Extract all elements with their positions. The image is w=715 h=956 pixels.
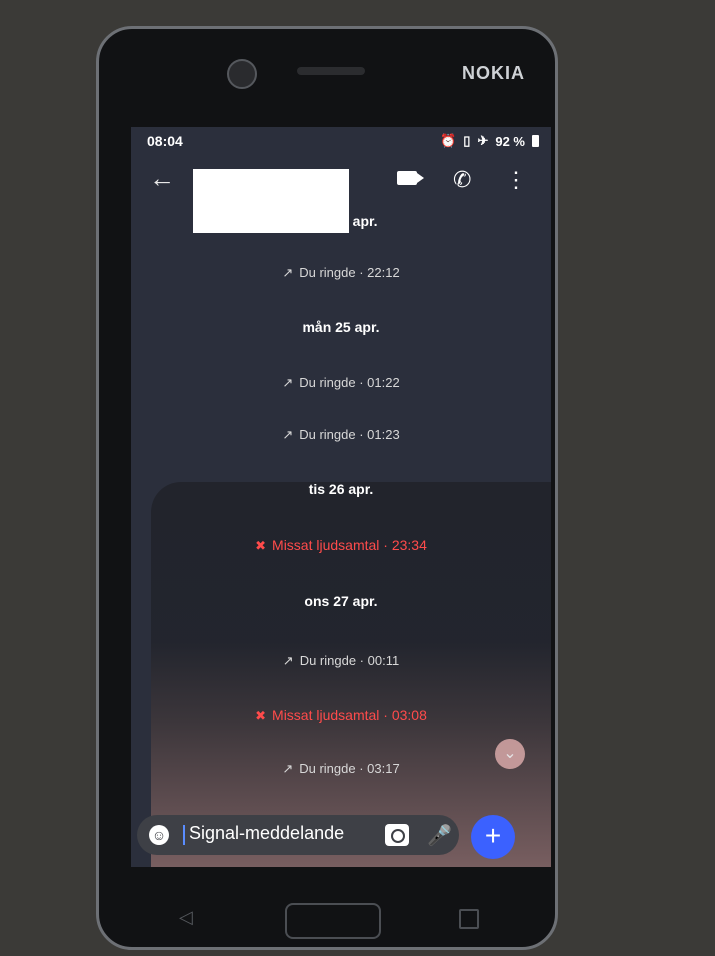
attach-button[interactable]: + (471, 815, 515, 859)
emoji-icon[interactable]: ☺ (149, 825, 169, 845)
missed-call-icon: ✖ (255, 708, 267, 723)
phone-device: NOKIA 08:04 ⏰ ▯ ✈ 92 % ← ✆ ⋮ sön 24 apr.… (96, 26, 558, 950)
back-button[interactable]: ← (149, 163, 175, 194)
missed-call-icon: ✖ (255, 538, 267, 553)
date-divider: tis 26 apr. (308, 481, 374, 497)
call-log-item[interactable]: ↗ Du ringde · 01:23 (131, 427, 551, 443)
date-divider: mån 25 apr. (302, 319, 380, 335)
app-bar: ← ✆ ⋮ (131, 157, 551, 233)
earpiece-speaker (297, 67, 365, 75)
text-caret (183, 825, 185, 845)
hardware-navbar: ◁ (149, 903, 509, 939)
call-log-item[interactable]: ↗ Du ringde · 03:17 (131, 761, 551, 777)
outgoing-call-icon: ↗ (282, 265, 294, 280)
nav-home-button[interactable] (285, 903, 381, 939)
brand-logo: NOKIA (462, 63, 525, 83)
voice-call-icon[interactable]: ✆ (453, 167, 471, 193)
microphone-icon[interactable]: 🎤 (427, 823, 452, 848)
date-divider: ons 27 apr. (304, 593, 378, 609)
outgoing-call-icon: ↗ (282, 375, 294, 390)
nav-recent-apps-icon[interactable] (459, 909, 479, 929)
call-log-item[interactable]: ↗ Du ringde · 00:11 (131, 653, 551, 669)
screen: 08:04 ⏰ ▯ ✈ 92 % ← ✆ ⋮ sön 24 apr. ↗ Du r… (131, 127, 551, 867)
airplane-icon: ✈ (477, 133, 489, 148)
battery-icon (532, 135, 539, 147)
front-camera (227, 59, 257, 89)
camera-icon[interactable] (385, 824, 409, 846)
status-bar: 08:04 ⏰ ▯ ✈ 92 % (131, 127, 551, 153)
message-composer[interactable]: ☺ Signal-meddelande 🎤 (137, 815, 459, 855)
message-input[interactable]: Signal-meddelande (189, 823, 344, 844)
video-call-icon[interactable] (397, 171, 424, 185)
status-icons: ⏰ ▯ ✈ 92 % (440, 133, 539, 149)
missed-call-log-item[interactable]: ✖ Missat ljudsamtal · 23:34 (131, 537, 551, 554)
call-log-item[interactable]: ↗ Du ringde · 22:12 (131, 265, 551, 281)
nav-back-icon[interactable]: ◁ (179, 907, 193, 928)
more-options-icon[interactable]: ⋮ (505, 167, 527, 193)
outgoing-call-icon: ↗ (282, 761, 294, 776)
battery-percent: 92 % (495, 133, 525, 149)
status-time: 08:04 (147, 133, 183, 149)
date-divider: sön 24 apr. (304, 213, 378, 229)
alarm-icon: ⏰ (440, 133, 457, 148)
scroll-to-bottom-button[interactable]: ⌄ (495, 739, 525, 769)
vibrate-icon: ▯ (463, 133, 471, 148)
missed-call-log-item[interactable]: ✖ Missat ljudsamtal · 03:08 (131, 707, 551, 724)
call-log-item[interactable]: ↗ Du ringde · 01:22 (131, 375, 551, 391)
outgoing-call-icon: ↗ (282, 427, 294, 442)
outgoing-call-icon: ↗ (282, 653, 294, 668)
